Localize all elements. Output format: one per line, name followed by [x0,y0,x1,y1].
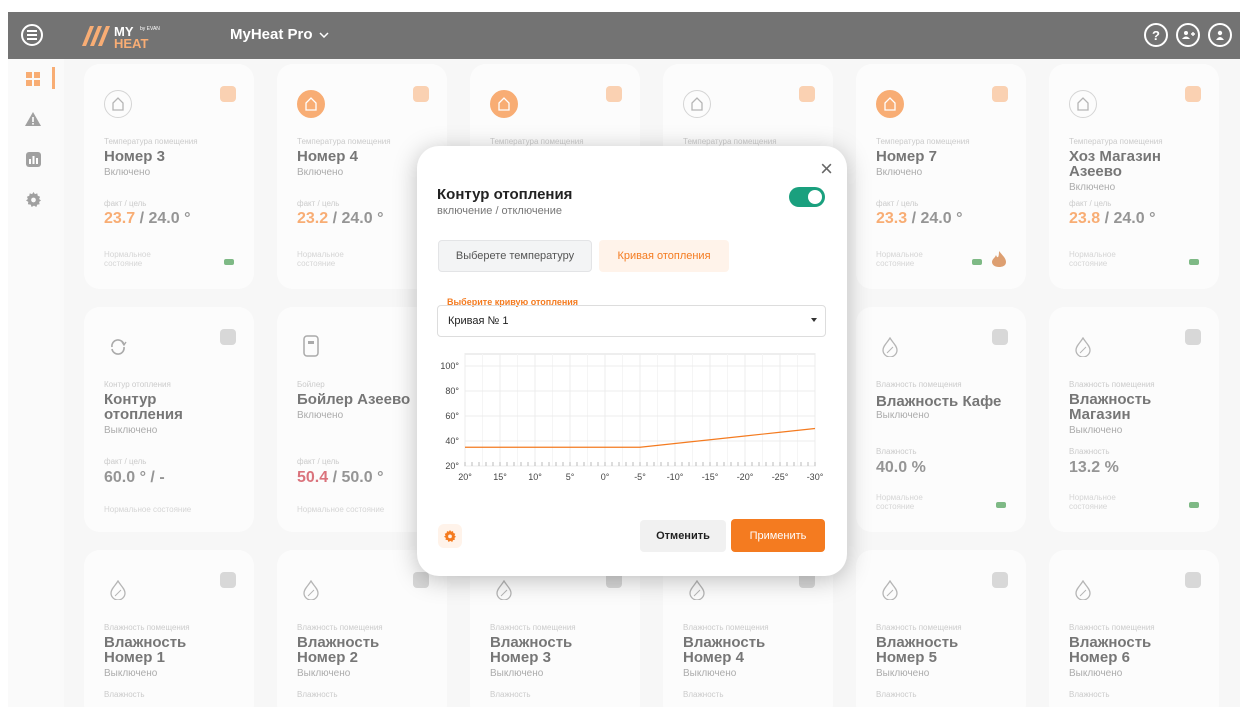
x-tick-label: 15° [493,472,507,482]
dialog-subtitle: включение / отключение [437,205,563,217]
caret-down-icon [811,318,817,322]
apply-button[interactable]: Применить [731,519,825,552]
cancel-button[interactable]: Отменить [640,520,726,552]
y-tick-label: 40° [445,436,459,446]
x-tick-label: 20° [458,472,472,482]
dialog-title: Контур отопления [437,186,573,203]
y-tick-label: 20° [445,461,459,471]
toggle-knob [808,190,822,204]
y-tick-label: 80° [445,386,459,396]
x-tick-label: -30° [807,472,824,482]
heating-curve-chart: 20° 40° 60° 80° 100° 20° 15° 10° 5° 0° -5° -10° -15°… [440,353,824,482]
x-tick-label: -15° [702,472,719,482]
close-icon[interactable]: × [820,156,833,182]
y-tick-label: 60° [445,411,459,421]
y-tick-label: 100° [440,361,459,371]
x-tick-label: 0° [601,472,610,482]
tab-heating-curve[interactable]: Кривая отопления [599,240,729,272]
x-tick-label: -20° [737,472,754,482]
heating-curve-dialog: × Контур отопления включение / отключени… [417,146,847,576]
curve-select[interactable]: Кривая № 1 [437,305,826,337]
x-tick-label: -10° [667,472,684,482]
power-toggle[interactable] [789,187,825,207]
x-tick-label: -5° [634,472,646,482]
x-tick-label: 5° [566,472,575,482]
gear-icon [444,530,456,542]
x-tick-label: -25° [772,472,789,482]
tab-temperature[interactable]: Выберете температуру [438,240,592,272]
curve-select-value: Кривая № 1 [448,315,509,327]
x-tick-label: 10° [528,472,542,482]
settings-button[interactable] [438,524,462,548]
